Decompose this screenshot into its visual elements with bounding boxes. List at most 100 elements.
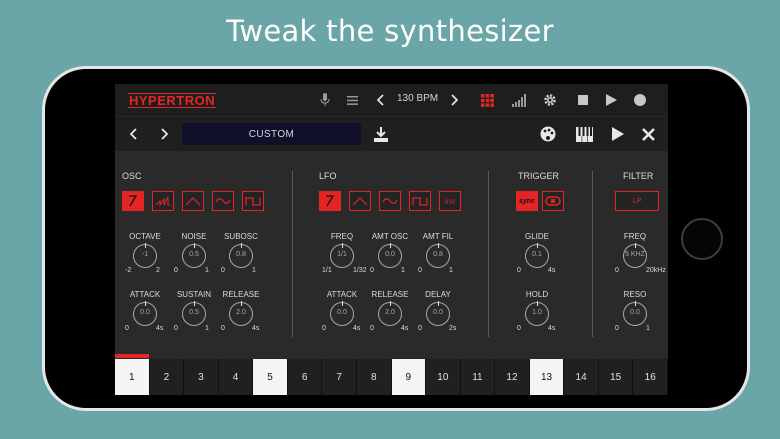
lfo-amt-osc-knob[interactable]: 0.0 (378, 243, 402, 268)
preset-name[interactable]: CUSTOM (182, 123, 361, 145)
osc-wave-square[interactable] (242, 191, 264, 211)
osc-release-label: RELEASE (222, 290, 260, 299)
sine-wave-icon (215, 198, 231, 204)
record-icon[interactable] (633, 91, 647, 109)
knob-indicator (342, 301, 343, 306)
levels-icon[interactable] (510, 91, 528, 109)
osc-wave-ramp[interactable] (152, 191, 174, 211)
stop-icon[interactable] (576, 91, 590, 109)
sequencer-step-5[interactable]: 5 (253, 359, 288, 395)
lfo-amt-fil-value: 0.8 (433, 251, 443, 258)
trigger-glide-max: 4s (548, 267, 556, 274)
lfo-amt-fil-max: 1 (449, 267, 453, 274)
lfo-attack-value: 0.0 (337, 309, 347, 316)
osc-sustain-knob[interactable]: 0.5 (182, 301, 206, 326)
osc-release-knob[interactable]: 2.0 (229, 301, 253, 326)
grid-icon[interactable] (479, 91, 495, 109)
saw-wave-icon (326, 195, 335, 207)
lfo-release-knob[interactable]: 2.0 (378, 301, 402, 326)
trigger-sync-button[interactable]: sync (516, 191, 538, 211)
top-bar: HYPERTRON 130 BPM (115, 84, 668, 116)
lfo-delay-value: 0.0 (433, 309, 443, 316)
lfo-release-value: 2.0 (385, 309, 395, 316)
sequencer-step-1[interactable]: 1 (115, 359, 150, 395)
close-icon[interactable] (640, 125, 656, 143)
lfo-release-min: 0 (370, 325, 374, 332)
sequencer-step-12[interactable]: 12 (495, 359, 530, 395)
knob-indicator (241, 301, 242, 306)
knob-indicator (390, 243, 391, 248)
download-icon[interactable] (373, 125, 389, 143)
sequencer-step-6[interactable]: 6 (287, 359, 323, 395)
osc-wave-saw[interactable] (122, 191, 144, 211)
lfo-invert-button[interactable]: inv (439, 191, 461, 211)
play-icon[interactable] (604, 91, 618, 109)
microphone-icon[interactable] (318, 91, 332, 109)
lfo-wave-triangle[interactable] (349, 191, 371, 211)
sequencer-step-2[interactable]: 2 (149, 359, 185, 395)
sequencer-step-16[interactable]: 16 (633, 359, 668, 395)
lfo-amt-fil-knob[interactable]: 0.8 (426, 243, 450, 268)
osc-noise-knob[interactable]: 0.5 (182, 243, 206, 268)
filter-reso-knob[interactable]: 0.0 (623, 301, 647, 326)
bpm-increase-icon[interactable] (447, 91, 461, 109)
gear-icon[interactable] (542, 91, 558, 109)
sequencer-step-4[interactable]: 4 (218, 359, 254, 395)
lfo-wave-saw[interactable] (319, 191, 341, 211)
trigger-glide-knob[interactable]: 0.1 (525, 243, 549, 268)
osc-attack-value: 0.0 (140, 309, 150, 316)
filter-freq-knob[interactable]: 5 KHZ (623, 243, 647, 268)
square-wave-icon (245, 197, 261, 206)
sequencer-step-10[interactable]: 10 (426, 359, 461, 395)
osc-subosc-knob[interactable]: 0.8 (229, 243, 253, 268)
filter-type-button[interactable]: LP (615, 191, 659, 211)
piano-icon[interactable] (575, 125, 593, 143)
osc-sustain-value: 0.5 (189, 309, 199, 316)
trigger-hold-label: HOLD (525, 290, 549, 299)
trigger-hold-min: 0 (517, 325, 521, 332)
menu-icon[interactable] (345, 91, 359, 109)
app-logo: HYPERTRON (128, 93, 217, 108)
sequencer-step-11[interactable]: 11 (460, 359, 496, 395)
trigger-hold-value: 1.0 (532, 309, 542, 316)
lfo-attack-min: 0 (322, 325, 326, 332)
sequencer-step-7[interactable]: 7 (322, 359, 357, 395)
bpm-decrease-icon[interactable] (374, 91, 388, 109)
previous-preset-icon[interactable] (127, 125, 141, 143)
palette-icon[interactable] (539, 125, 557, 143)
sequencer-step-15[interactable]: 15 (598, 359, 634, 395)
lfo-wave-square[interactable] (409, 191, 431, 211)
osc-attack-max: 4s (156, 325, 164, 332)
filter-reso-min: 0 (615, 325, 619, 332)
sequencer-step-8[interactable]: 8 (356, 359, 392, 395)
osc-attack-knob[interactable]: 0.0 (133, 301, 157, 326)
sequencer-step-3[interactable]: 3 (184, 359, 219, 395)
next-preset-icon[interactable] (157, 125, 171, 143)
knob-indicator (635, 243, 636, 248)
lfo-delay-knob[interactable]: 0.0 (426, 301, 450, 326)
knob-indicator (194, 301, 195, 306)
home-button[interactable] (681, 218, 723, 260)
osc-wave-triangle[interactable] (182, 191, 204, 211)
osc-noise-max: 1 (205, 267, 209, 274)
app-screen: HYPERTRON 130 BPM CUSTOM OSC LFO TRIGGER… (115, 84, 668, 395)
square-wave-icon (412, 197, 428, 206)
osc-noise-min: 0 (174, 267, 178, 274)
sequencer-step-14[interactable]: 14 (564, 359, 599, 395)
sequencer-step-9[interactable]: 9 (391, 359, 427, 395)
sequencer-step-13[interactable]: 13 (529, 359, 565, 395)
trigger-loop-button[interactable] (542, 191, 564, 211)
lfo-amt-osc-value: 0.0 (385, 251, 395, 258)
trigger-hold-knob[interactable]: 1.0 (525, 301, 549, 326)
saw-wave-icon (129, 195, 138, 207)
trigger-glide-min: 0 (517, 267, 521, 274)
lfo-wave-sine[interactable] (379, 191, 401, 211)
lfo-attack-knob[interactable]: 0.0 (330, 301, 354, 326)
osc-wave-sine[interactable] (212, 191, 234, 211)
preview-play-icon[interactable] (610, 125, 626, 143)
lfo-freq-knob[interactable]: 1/1 (330, 243, 354, 268)
osc-subosc-label: SUBOSC (224, 232, 258, 241)
trigger-title: TRIGGER (518, 171, 560, 181)
osc-octave-knob[interactable]: -1 (133, 243, 157, 268)
filter-reso-max: 1 (646, 325, 650, 332)
